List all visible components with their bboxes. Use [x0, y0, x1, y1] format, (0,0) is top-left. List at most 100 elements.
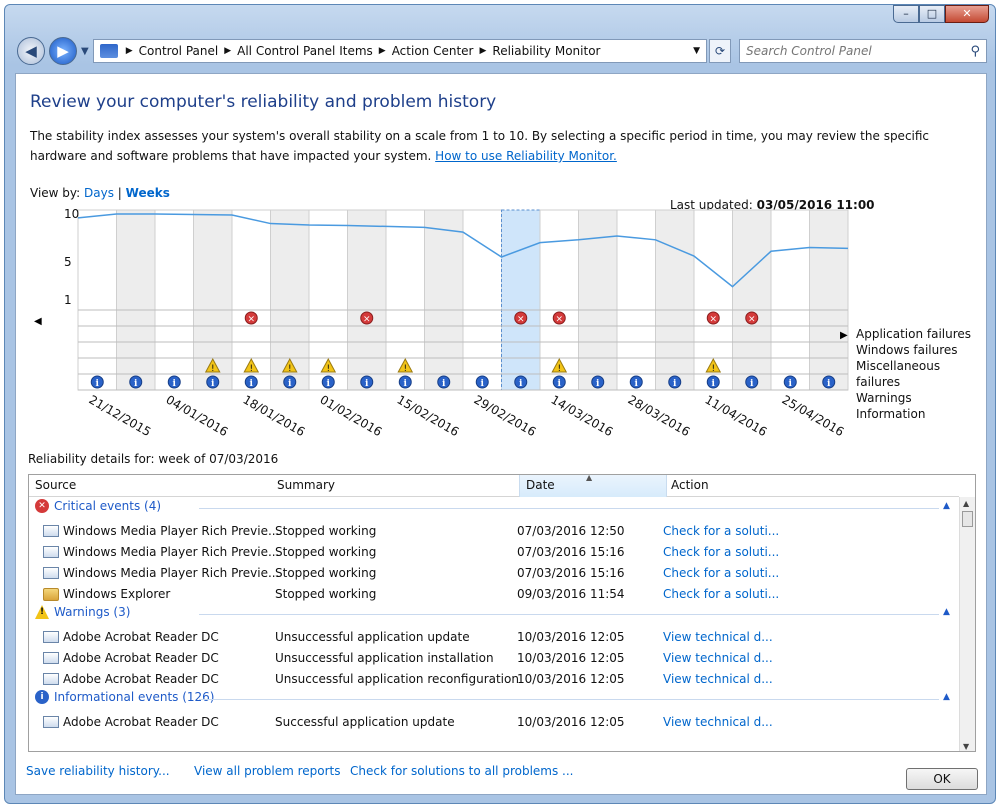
chart-week-column[interactable]	[770, 209, 810, 391]
chart-week-column[interactable]	[424, 209, 464, 391]
scroll-down-icon[interactable]: ▼	[963, 742, 969, 751]
chart-week-column[interactable]	[501, 209, 541, 391]
reliability-monitor-window: – □ ✕ ◀ ▶ ▼ ▶ Control Panel ▶ All Contro…	[4, 4, 996, 804]
history-dropdown-icon[interactable]: ▼	[81, 46, 89, 57]
table-row[interactable]: Windows Explorer Stopped working 09/03/201…	[29, 584, 959, 605]
y-tick-label: 1	[64, 293, 72, 307]
search-box[interactable]: ⚲	[739, 39, 987, 63]
event-group-header[interactable]: ✕ Critical events (4)	[35, 499, 161, 513]
back-button[interactable]: ◀	[17, 37, 45, 65]
row-action-link[interactable]: View technical d...	[663, 715, 773, 729]
chart-week-column[interactable]	[809, 209, 849, 391]
row-date: 10/03/2016 12:05	[517, 715, 625, 729]
address-bar[interactable]: ▶ Control Panel ▶ All Control Panel Item…	[92, 39, 707, 63]
breadcrumb-action-center[interactable]: Action Center	[392, 44, 474, 58]
breadcrumb-reliability-monitor[interactable]: Reliability Monitor	[492, 44, 600, 58]
table-row[interactable]: Adobe Acrobat Reader DC Unsuccessful appl…	[29, 669, 959, 690]
event-group-title: Warnings (3)	[54, 605, 131, 619]
chart-week-column[interactable]	[116, 209, 156, 391]
row-date: 10/03/2016 12:05	[517, 630, 625, 644]
chart-week-column[interactable]	[77, 209, 117, 391]
collapse-group-icon[interactable]: ▲	[943, 607, 950, 617]
view-weeks-link[interactable]: Weeks	[126, 186, 170, 200]
application-icon	[43, 631, 59, 643]
folder-icon	[43, 587, 59, 601]
chart-week-column[interactable]	[347, 209, 387, 391]
table-row[interactable]: Windows Media Player Rich Previe... Stopp…	[29, 542, 959, 563]
row-source: Adobe Acrobat Reader DC	[43, 672, 219, 686]
scrollbar-thumb[interactable]	[962, 511, 973, 527]
chart-scroll-left-icon[interactable]: ◀	[34, 316, 42, 327]
row-summary: Stopped working	[275, 587, 377, 601]
chevron-right-icon[interactable]: ▶	[479, 46, 486, 56]
search-input[interactable]	[746, 44, 971, 58]
row-date: 07/03/2016 15:16	[517, 545, 625, 559]
event-group-header[interactable]: ! Warnings (3)	[35, 605, 130, 619]
breadcrumb-control-panel[interactable]: Control Panel	[139, 44, 219, 58]
search-icon[interactable]: ⚲	[970, 44, 980, 59]
save-history-link[interactable]: Save reliability history...	[26, 764, 170, 778]
collapse-group-icon[interactable]: ▲	[943, 692, 950, 702]
chart-week-column[interactable]	[655, 209, 695, 391]
view-days-link[interactable]: Days	[84, 186, 114, 200]
address-dropdown-icon[interactable]: ▼	[693, 46, 700, 56]
event-group-title: Critical events (4)	[54, 499, 162, 513]
table-row[interactable]: Windows Media Player Rich Previe... Stopp…	[29, 563, 959, 584]
chevron-right-icon[interactable]: ▶	[224, 46, 231, 56]
application-failure-glyph: ×	[247, 315, 255, 325]
row-action-link[interactable]: View technical d...	[663, 651, 773, 665]
row-action-link[interactable]: View technical d...	[663, 672, 773, 686]
maximize-button[interactable]: □	[919, 5, 945, 23]
refresh-button[interactable]: ⟳	[709, 39, 731, 63]
row-summary: Unsuccessful application installation	[275, 651, 494, 665]
x-tick-label: 25/04/2016	[780, 392, 847, 439]
chart-week-column[interactable]	[462, 209, 502, 391]
row-source-text: Windows Media Player Rich Previe...	[63, 545, 280, 559]
collapse-group-icon[interactable]: ▲	[943, 501, 950, 511]
scroll-up-icon[interactable]: ▲	[963, 499, 969, 508]
info-icon: i	[35, 690, 49, 704]
row-action-link[interactable]: View technical d...	[663, 630, 773, 644]
chart-week-column[interactable]	[154, 209, 194, 391]
application-failure-glyph: ×	[363, 315, 371, 325]
table-row[interactable]: Adobe Acrobat Reader DC Successful applic…	[29, 712, 959, 733]
check-solutions-link[interactable]: Check for solutions to all problems ...	[350, 764, 574, 778]
legend-information: Information	[856, 407, 926, 421]
chevron-right-icon[interactable]: ▶	[126, 46, 133, 56]
row-action-link[interactable]: Check for a soluti...	[663, 545, 779, 559]
row-action-link[interactable]: Check for a soluti...	[663, 566, 779, 580]
information-glyph: i	[519, 379, 523, 389]
ok-button[interactable]: OK	[906, 768, 978, 790]
information-glyph: i	[673, 379, 677, 389]
view-problem-reports-link[interactable]: View all problem reports	[194, 764, 341, 778]
column-date[interactable]: Date ▲	[519, 475, 667, 497]
event-group-header[interactable]: i Informational events (126)	[35, 690, 214, 704]
table-row[interactable]: Adobe Acrobat Reader DC Unsuccessful appl…	[29, 627, 959, 648]
chart-week-column[interactable]	[732, 209, 772, 391]
forward-button[interactable]: ▶	[49, 37, 77, 65]
stability-chart[interactable]: 10 5 1 × × × × × ×!!!!!! ! i i i i i i i i i i i i i i i i i i i i 21/…	[28, 202, 858, 452]
table-scrollbar[interactable]: ▲ ▼	[959, 497, 975, 751]
information-glyph: i	[173, 379, 177, 389]
close-button[interactable]: ✕	[945, 5, 989, 23]
view-separator: |	[117, 186, 122, 200]
x-tick-label: 15/02/2016	[395, 392, 462, 439]
table-row[interactable]: Adobe Acrobat Reader DC Unsuccessful appl…	[29, 648, 959, 669]
chart-scroll-right-icon[interactable]: ▶	[840, 330, 848, 341]
minimize-button[interactable]: –	[893, 5, 919, 23]
help-link[interactable]: How to use Reliability Monitor.	[435, 149, 617, 163]
row-date: 07/03/2016 15:16	[517, 566, 625, 580]
column-action[interactable]: Action	[671, 478, 709, 492]
column-summary[interactable]: Summary	[277, 478, 335, 492]
row-action-link[interactable]: Check for a soluti...	[663, 524, 779, 538]
table-row[interactable]: Windows Media Player Rich Previe... Stopp…	[29, 521, 959, 542]
warning-glyph: !	[288, 364, 292, 374]
column-source[interactable]: Source	[35, 478, 76, 492]
information-glyph: i	[635, 379, 639, 389]
breadcrumb-all-items[interactable]: All Control Panel Items	[237, 44, 373, 58]
x-tick-label: 28/03/2016	[626, 392, 693, 439]
legend-warnings: Warnings	[856, 391, 912, 405]
chevron-right-icon[interactable]: ▶	[379, 46, 386, 56]
row-date: 10/03/2016 12:05	[517, 651, 625, 665]
row-action-link[interactable]: Check for a soluti...	[663, 587, 779, 601]
